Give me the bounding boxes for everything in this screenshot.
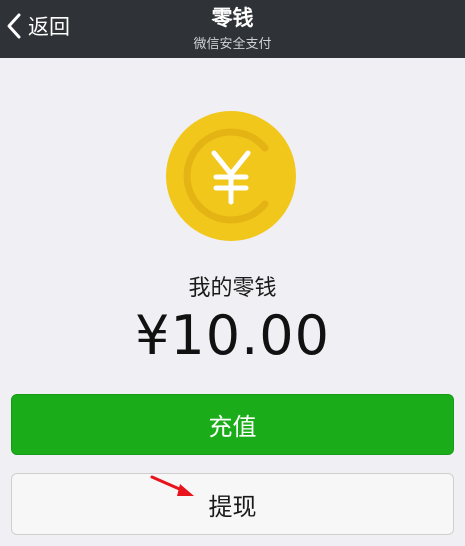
- recharge-button-label: 充值: [208, 413, 257, 441]
- withdraw-button-label: 提现: [208, 492, 257, 521]
- withdraw-button[interactable]: 提现: [11, 473, 454, 535]
- page-title: 零钱: [211, 6, 254, 30]
- balance-amount: ¥10.00: [135, 304, 330, 367]
- annotation-arrow-icon: [150, 474, 200, 500]
- yuan-coin-icon: [166, 111, 296, 241]
- navigation-bar: 返回 零钱 微信安全支付: [0, 0, 465, 58]
- recharge-button[interactable]: 充值: [11, 394, 454, 455]
- page-subtitle: 微信安全支付: [193, 37, 272, 52]
- balance-label: 我的零钱: [188, 276, 277, 301]
